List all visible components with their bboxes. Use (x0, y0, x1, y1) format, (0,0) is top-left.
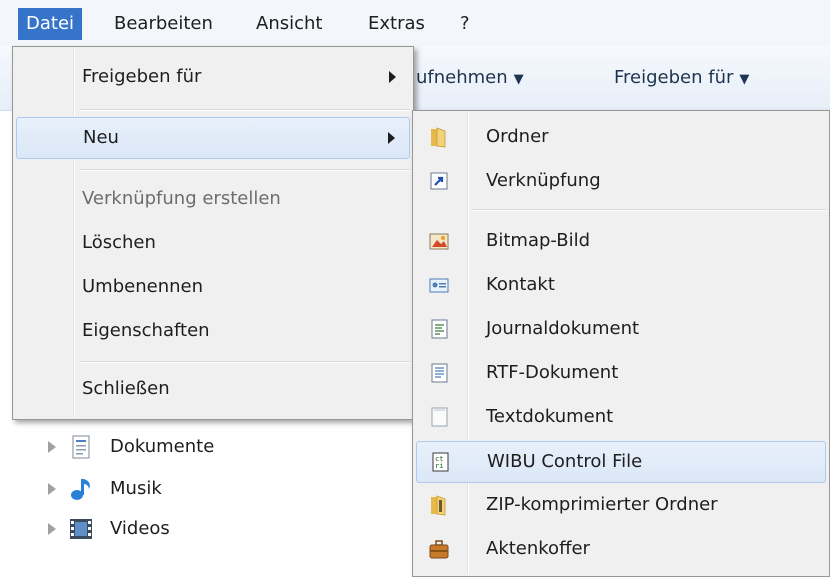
menu-ansicht[interactable]: Ansicht (248, 8, 330, 40)
menu-item-label: WIBU Control File (487, 451, 643, 472)
submenu-item-briefcase[interactable]: Aktenkoffer (416, 529, 826, 569)
toolbar-include-button[interactable]: ufnehmen ▼ (416, 64, 524, 92)
menu-item-label: Ordner (486, 126, 549, 147)
toolbar-include-label: ufnehmen (416, 67, 508, 88)
tree-item-videos[interactable]: Videos (0, 510, 410, 550)
menu-item-label: Journaldokument (486, 318, 640, 339)
submenu-arrow-icon (388, 132, 395, 144)
menu-item-delete[interactable]: Löschen (16, 223, 410, 263)
tree-item-label: Musik (110, 478, 162, 499)
menu-item-new[interactable]: Neu (16, 117, 410, 159)
submenu-item-wibu[interactable]: ct ri WIBU Control File (416, 441, 826, 483)
menu-help[interactable]: ? (452, 8, 478, 40)
menu-item-label: ZIP-komprimierter Ordner (486, 494, 718, 515)
tree-item-dokumente[interactable]: Dokumente (0, 428, 410, 468)
menu-separator (79, 109, 410, 111)
chevron-down-icon: ▼ (739, 72, 750, 87)
expand-arrow-icon[interactable] (48, 483, 56, 495)
menu-item-rename[interactable]: Umbenennen (16, 267, 410, 307)
tree-item-musik[interactable]: Musik (0, 470, 410, 510)
submenu-item-journal[interactable]: Journaldokument (416, 309, 826, 349)
submenu-item-bitmap[interactable]: Bitmap-Bild (416, 221, 826, 261)
submenu-item-contact[interactable]: Kontakt (416, 265, 826, 305)
menu-item-label: Aktenkoffer (486, 538, 590, 559)
menu-item-label: Bitmap-Bild (486, 230, 591, 251)
menu-item-label: Textdokument (486, 406, 614, 427)
chevron-down-icon: ▼ (513, 72, 524, 87)
menu-item-label: Kontakt (486, 274, 555, 295)
menu-separator (473, 209, 826, 211)
journal-icon (431, 319, 448, 339)
shortcut-icon (430, 172, 448, 190)
submenu-item-folder[interactable]: Ordner (416, 117, 826, 157)
menu-item-label: Eigenschaften (82, 320, 210, 341)
tree-item-label: Videos (110, 518, 170, 539)
menu-bearbeiten[interactable]: Bearbeiten (106, 8, 221, 40)
expand-arrow-icon[interactable] (48, 441, 56, 453)
menu-item-label: Löschen (82, 232, 156, 253)
menu-item-close[interactable]: Schließen (16, 369, 410, 409)
menu-item-label: Verknüpfung (486, 170, 601, 191)
menu-item-label: Verknüpfung erstellen (82, 188, 281, 209)
videos-icon (70, 519, 92, 539)
menu-separator (79, 361, 410, 363)
tree-item-label: Dokumente (110, 436, 215, 457)
submenu-item-shortcut[interactable]: Verknüpfung (416, 161, 826, 201)
rtf-document-icon (431, 363, 448, 383)
contact-icon (429, 278, 449, 293)
menu-item-label: Freigeben für (82, 66, 202, 87)
wibu-file-icon: ct ri (432, 452, 449, 472)
svg-text:ri: ri (435, 462, 443, 470)
menu-extras[interactable]: Extras (360, 8, 433, 40)
expand-arrow-icon[interactable] (48, 523, 56, 535)
menu-item-label: Neu (83, 127, 119, 148)
folder-icon (431, 127, 446, 148)
file-menu: Freigeben für Neu Verknüpfung erstellen … (12, 46, 414, 420)
menu-bar: Datei Bearbeiten Ansicht Extras ? (0, 0, 830, 47)
menu-item-label: Umbenennen (82, 276, 203, 297)
documents-icon (72, 435, 90, 459)
text-document-icon (431, 407, 448, 427)
bitmap-icon (429, 233, 449, 250)
menu-item-share-with[interactable]: Freigeben für (16, 57, 410, 97)
menu-item-properties[interactable]: Eigenschaften (16, 311, 410, 351)
toolbar-share-button[interactable]: Freigeben für ▼ (614, 64, 749, 92)
navigation-tree: Dokumente Musik Videos (0, 420, 420, 577)
menu-separator (79, 169, 410, 171)
new-submenu: Ordner Verknüpfung Bitmap-Bild Kontakt J… (412, 110, 830, 577)
briefcase-icon (429, 540, 449, 559)
zip-folder-icon (431, 495, 446, 516)
menu-item-label: RTF-Dokument (486, 362, 619, 383)
submenu-item-rtf[interactable]: RTF-Dokument (416, 353, 826, 393)
toolbar-share-label: Freigeben für (614, 67, 734, 88)
music-icon (71, 479, 90, 500)
menu-datei[interactable]: Datei (18, 8, 83, 40)
submenu-arrow-icon (389, 71, 396, 83)
menu-item-label: Schließen (82, 378, 170, 399)
submenu-item-text[interactable]: Textdokument (416, 397, 826, 437)
submenu-item-zip[interactable]: ZIP-komprimierter Ordner (416, 485, 826, 525)
menu-item-create-shortcut: Verknüpfung erstellen (16, 179, 410, 219)
